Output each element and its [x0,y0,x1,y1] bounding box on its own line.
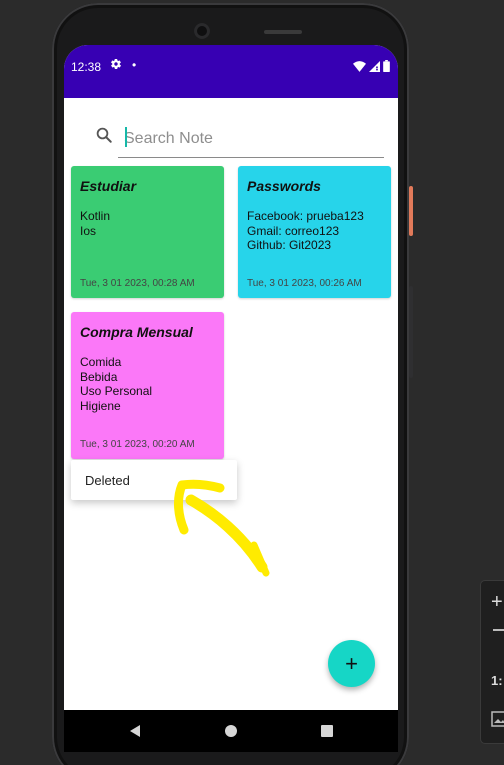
note-title: Passwords [247,178,321,194]
power-button[interactable] [409,186,413,236]
home-icon[interactable] [224,724,238,738]
note-card-estudiar[interactable]: Estudiar Kotlin Ios Tue, 3 01 2023, 00:2… [71,166,224,298]
emulator-toolbar: + 1: [481,581,504,743]
note-card-compra-mensual[interactable]: Compra Mensual Comida Bebida Uso Persona… [71,312,224,459]
phone-screen: 12:38 • Estudiar Kotlin Ios Tue, 3 01 20… [64,45,398,710]
battery-icon [383,60,390,72]
note-line: Facebook: prueba123 [247,209,364,223]
status-bar: 12:38 • [64,45,398,98]
note-line: Uso Personal [80,384,153,398]
notification-dot: • [132,58,137,72]
front-camera [194,23,210,39]
note-line: Gmail: correo123 [247,223,340,238]
text-cursor [125,127,127,147]
search-icon [96,127,112,143]
delete-menu-item[interactable]: Deleted [85,473,130,488]
note-date: Tue, 3 01 2023, 00:28 AM [80,278,195,289]
note-title: Compra Mensual [80,324,193,340]
popup-menu: Deleted [71,460,237,500]
search-input[interactable] [118,121,384,158]
status-icons [353,60,390,72]
zoom-in-button[interactable]: + [491,591,503,614]
back-icon[interactable] [128,724,142,738]
earpiece-speaker [264,30,302,34]
wifi-icon [353,60,366,72]
note-line: Ios [80,223,97,238]
recents-icon[interactable] [321,725,333,737]
plus-icon: + [345,650,358,676]
emulator-stage: 12:38 • Estudiar Kotlin Ios Tue, 3 01 20… [0,0,504,765]
settings-gear-icon [110,58,122,73]
status-time: 12:38 [71,60,102,74]
note-line: Higiene [80,398,121,413]
volume-button[interactable] [409,286,413,378]
navigation-bar [64,710,398,752]
note-line: Bebida [80,369,118,384]
note-line: Github: Git2023 [247,238,332,252]
note-card-passwords[interactable]: Passwords Facebook: prueba123 Gmail: cor… [238,166,391,298]
note-date: Tue, 3 01 2023, 00:20 AM [80,439,195,450]
cell-signal-icon [369,60,380,72]
note-date: Tue, 3 01 2023, 00:26 AM [247,278,362,289]
actual-size-button[interactable]: 1: [491,673,503,688]
note-title: Estudiar [80,178,137,194]
zoom-out-button[interactable] [493,629,504,631]
note-line: Kotlin [80,209,111,223]
add-note-button[interactable]: + [328,640,375,687]
note-line: Comida [80,355,122,369]
screenshot-icon[interactable] [491,711,504,727]
